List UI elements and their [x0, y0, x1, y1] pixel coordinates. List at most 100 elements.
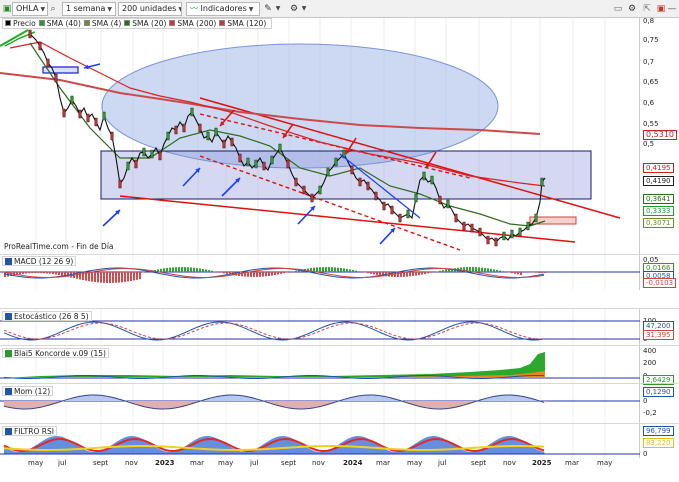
- macd-histogram-bar: [142, 272, 144, 273]
- legend-item[interactable]: Precio: [5, 19, 36, 28]
- price-candle: [534, 213, 538, 223]
- macd-histogram-bar: [28, 272, 30, 274]
- gear-icon[interactable]: ⚙: [626, 3, 638, 15]
- channel-lower-line: [119, 195, 576, 243]
- legend-item[interactable]: SMA (4): [83, 19, 122, 28]
- price-candle: [262, 161, 266, 171]
- momentum-fill-bar: [313, 401, 316, 408]
- price-candle: [62, 108, 66, 118]
- macd-histogram-bar: [511, 272, 513, 274]
- momentum-fill-bar: [421, 401, 424, 407]
- macd-histogram-bar: [55, 272, 57, 275]
- close-icon[interactable]: ▣: [655, 3, 667, 15]
- year-label: 2024: [343, 459, 363, 467]
- macd-histogram-bar: [331, 267, 333, 272]
- macd-histogram-bar: [223, 272, 225, 274]
- rsi-filter-panel[interactable]: FILTRO RSI 0 96,799 83,220: [0, 423, 679, 458]
- koncorde-panel[interactable]: Blai5 Koncorde v.09 (15) 40020002,6429: [0, 345, 679, 385]
- momentum-fill-bar: [310, 401, 313, 409]
- momentum-fill-bar: [232, 395, 235, 401]
- price-tick-label: 0,8: [643, 17, 655, 25]
- rsi-filter-chart: [0, 424, 640, 458]
- symbol-selector[interactable]: OHLA ▼: [12, 2, 48, 16]
- macd-histogram-bar: [46, 272, 48, 274]
- macd-histogram-bar: [397, 272, 399, 277]
- momentum-fill-bar: [34, 401, 37, 409]
- macd-histogram-bar: [502, 271, 504, 272]
- macd-histogram-bar: [493, 269, 495, 272]
- price-candle: [166, 131, 170, 141]
- price-panel[interactable]: Precio SMA (40) SMA (4) SMA (20) SMA (200) SM…: [0, 17, 679, 254]
- chevron-down-icon[interactable]: ▼: [300, 3, 308, 15]
- rsi-tick-label: 0: [643, 450, 648, 458]
- legend-label: SMA (4): [91, 19, 122, 28]
- macd-histogram-bar: [424, 272, 426, 275]
- macd-histogram-bar: [427, 272, 429, 274]
- macd-histogram-bar: [406, 272, 408, 277]
- momentum-fill-bar: [145, 401, 148, 407]
- drawing-tools-icon[interactable]: ✎: [262, 3, 274, 15]
- price-tag: 0,4190: [643, 176, 674, 186]
- chart-type-icon[interactable]: ▣: [2, 3, 12, 15]
- month-label: nov: [312, 459, 325, 467]
- timeframe-selector[interactable]: 1 semana ▼: [62, 2, 116, 16]
- stochastic-panel[interactable]: Estocástico (26 8 5) 100047,20031,395: [0, 308, 679, 346]
- price-candle: [46, 58, 50, 68]
- legend-item[interactable]: SMA (120): [219, 19, 266, 28]
- price-candle: [190, 107, 194, 117]
- price-candle: [318, 185, 322, 195]
- price-candle: [310, 193, 314, 203]
- macd-histogram-bar: [196, 268, 198, 272]
- momentum-fill-bar: [448, 401, 451, 409]
- macd-histogram-bar: [100, 272, 102, 283]
- macd-histogram-bar: [160, 268, 162, 272]
- macd-histogram-bar: [187, 267, 189, 272]
- legend-label: SMA (20): [132, 19, 167, 28]
- momentum-fill-bar: [307, 401, 310, 409]
- price-candle: [246, 157, 250, 167]
- minimize-icon[interactable]: —: [667, 3, 677, 15]
- legend-item[interactable]: SMA (200): [169, 19, 216, 28]
- price-chart[interactable]: [0, 18, 640, 254]
- legend-item[interactable]: SMA (40): [38, 19, 81, 28]
- momentum-fill-bar: [493, 396, 496, 401]
- macd-histogram-bar: [538, 272, 540, 273]
- momentum-fill-bar: [175, 401, 178, 408]
- price-tick-label: 0,6: [643, 99, 655, 107]
- legend-item[interactable]: SMA (20): [124, 19, 166, 28]
- settings-icon[interactable]: ⚙: [288, 3, 300, 15]
- price-candle: [510, 229, 514, 239]
- macd-histogram-bar: [514, 272, 516, 274]
- macd-histogram-bar: [499, 270, 501, 272]
- macd-histogram-bar: [265, 272, 267, 277]
- month-label: mar: [376, 459, 390, 467]
- momentum-fill-bar: [73, 397, 76, 401]
- macd-histogram-bar: [271, 272, 273, 276]
- price-candle: [414, 193, 418, 203]
- chevron-down-icon: ▼: [107, 6, 113, 13]
- momentum-fill-bar: [301, 401, 304, 409]
- units-selector[interactable]: 200 unidades▼: [118, 2, 182, 16]
- symbol-search-icon[interactable]: ⌕: [48, 3, 58, 15]
- momentum-fill-bar: [445, 401, 448, 409]
- indicators-button[interactable]: 〰 Indicadores ▼: [186, 2, 260, 16]
- momentum-panel[interactable]: Mom (12) 0,20-0,20,1290: [0, 383, 679, 424]
- price-candle: [78, 109, 82, 119]
- attach-icon[interactable]: ⇱: [641, 3, 653, 15]
- macd-histogram-bar: [268, 272, 270, 276]
- macd-panel[interactable]: MACD (12 26 9) 0,050-0,050,01660,0058-0,…: [0, 254, 679, 290]
- momentum-fill-bar: [349, 397, 352, 401]
- price-candle: [28, 29, 32, 39]
- momentum-fill-bar: [412, 401, 415, 405]
- chevron-down-icon[interactable]: ▼: [274, 3, 282, 15]
- window-icon[interactable]: ▭: [612, 3, 624, 15]
- price-tick-label: 0,65: [643, 78, 659, 86]
- year-label: 2025: [532, 459, 552, 467]
- price-candle: [494, 237, 498, 247]
- timeframe-label: 1 semana: [66, 4, 106, 13]
- momentum-fill-bar: [505, 395, 508, 401]
- momentum-fill-bar: [10, 401, 13, 408]
- macd-histogram-bar: [49, 272, 51, 274]
- macd-histogram-bar: [445, 269, 447, 272]
- macd-histogram-bar: [535, 272, 537, 273]
